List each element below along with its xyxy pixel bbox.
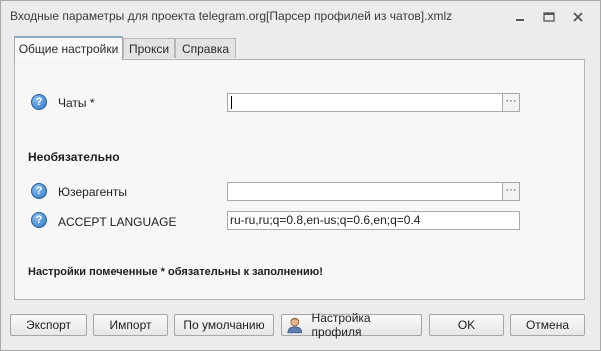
profile-settings-button[interactable]: Настройка профиля bbox=[281, 311, 422, 339]
required-fields-note: Настройки помеченные * обязательны к зап… bbox=[28, 266, 323, 278]
text-cursor bbox=[231, 96, 232, 109]
accept-language-label: ACCEPT LANGUAGE bbox=[58, 215, 177, 229]
chats-label: Чаты * bbox=[58, 96, 95, 110]
user-agents-help-icon[interactable]: ? bbox=[31, 183, 47, 199]
close-icon bbox=[573, 12, 583, 22]
tab-general-settings[interactable]: Общие настройки bbox=[14, 36, 123, 60]
accept-language-input[interactable]: ru-ru,ru;q=0.8,en-us;q=0.6,en;q=0.4 bbox=[227, 211, 520, 230]
chats-browse-button[interactable]: ··· bbox=[502, 93, 520, 112]
close-button[interactable] bbox=[567, 7, 589, 27]
chats-help-icon[interactable]: ? bbox=[31, 94, 47, 110]
accept-language-help-icon[interactable]: ? bbox=[31, 212, 47, 228]
maximize-button[interactable] bbox=[538, 7, 560, 27]
settings-panel: ? Чаты * ··· Необязательно ? Юзерагенты … bbox=[14, 59, 585, 300]
optional-section-header: Необязательно bbox=[28, 150, 120, 164]
cancel-button[interactable]: Отмена bbox=[510, 314, 585, 336]
user-agents-input[interactable] bbox=[227, 182, 503, 201]
profile-settings-label: Настройка профиля bbox=[311, 311, 371, 339]
tab-help[interactable]: Справка bbox=[175, 38, 236, 58]
user-profile-icon bbox=[287, 317, 302, 334]
defaults-button[interactable]: По умолчанию bbox=[174, 314, 274, 336]
user-agents-label: Юзерагенты bbox=[58, 185, 128, 199]
dialog-window: Входные параметры для проекта telegram.o… bbox=[0, 0, 601, 351]
chats-input[interactable] bbox=[227, 93, 503, 112]
ok-button[interactable]: OK bbox=[429, 314, 504, 336]
import-button[interactable]: Импорт bbox=[93, 314, 168, 336]
maximize-icon bbox=[543, 12, 555, 22]
title-bar[interactable]: Входные параметры для проекта telegram.o… bbox=[1, 1, 600, 33]
export-button[interactable]: Экспорт bbox=[10, 314, 87, 336]
user-agents-browse-button[interactable]: ··· bbox=[502, 182, 520, 201]
minimize-icon bbox=[516, 19, 524, 21]
window-title: Входные параметры для проекта telegram.o… bbox=[10, 9, 453, 23]
tab-proxy[interactable]: Прокси bbox=[123, 38, 175, 58]
minimize-button[interactable] bbox=[509, 7, 531, 27]
